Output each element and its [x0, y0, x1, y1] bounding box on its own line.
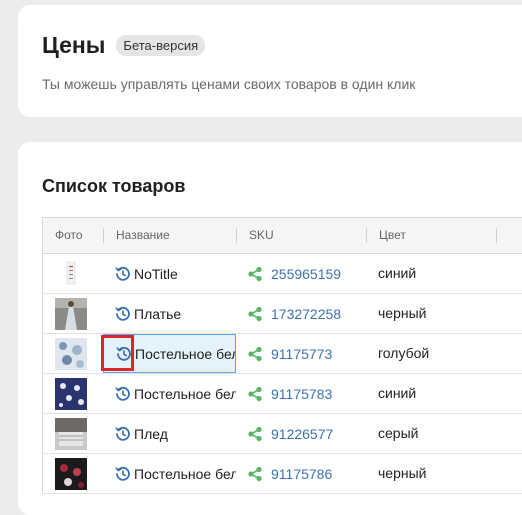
column-header-name[interactable]: Название [116, 218, 170, 253]
product-photo[interactable] [55, 298, 87, 330]
product-name-cell[interactable]: Постельное белье [103, 374, 236, 413]
share-icon[interactable] [247, 426, 263, 442]
column-separator [496, 228, 497, 243]
sku-link[interactable]: 91226577 [271, 426, 333, 442]
share-icon[interactable] [247, 306, 263, 322]
column-separator [236, 228, 237, 243]
column-separator [366, 228, 367, 243]
share-icon[interactable] [247, 346, 263, 362]
column-header-photo[interactable]: Фото [55, 218, 83, 253]
column-separator [103, 228, 104, 243]
column-header-sku[interactable]: SKU [249, 218, 274, 253]
table-header: Фото Название SKU Цвет [43, 218, 522, 254]
product-color: голубой [378, 345, 430, 361]
product-name: Постельное белье [134, 465, 236, 482]
table-row[interactable]: Постельное белье 91175786 черный [43, 454, 522, 494]
product-name: NoTitle [134, 265, 178, 282]
sku-cell: 91175773 [247, 334, 332, 373]
product-photo[interactable] [55, 378, 87, 410]
table-row[interactable]: NoTitle 255965159 синий [43, 254, 522, 294]
product-photo[interactable] [55, 338, 87, 370]
history-icon[interactable] [115, 386, 131, 402]
sku-link[interactable]: 173272258 [271, 306, 341, 322]
share-icon[interactable] [247, 466, 263, 482]
product-name-cell[interactable]: Постельное белье [103, 454, 236, 493]
products-card: Список товаров Фото Название SKU Цвет No… [18, 142, 522, 515]
sku-cell: 255965159 [247, 254, 341, 293]
product-photo[interactable] [55, 458, 87, 490]
product-name-cell[interactable]: NoTitle [103, 254, 236, 293]
sku-cell: 91175786 [247, 454, 332, 493]
table-row[interactable]: Плед 91226577 серый [43, 414, 522, 454]
product-name-cell[interactable]: Плед [103, 414, 236, 453]
highlight-box [101, 335, 134, 371]
products-title: Список товаров [42, 176, 186, 196]
product-name: Платье [134, 305, 182, 322]
sku-link[interactable]: 91175773 [271, 346, 332, 362]
product-photo[interactable] [55, 418, 87, 450]
product-name-cell[interactable]: Платье [103, 294, 236, 333]
history-icon[interactable] [115, 426, 131, 442]
history-icon[interactable] [115, 306, 131, 322]
share-icon[interactable] [247, 266, 263, 282]
sku-cell: 91175783 [247, 374, 332, 413]
sku-cell: 91226577 [247, 414, 333, 453]
product-photo[interactable] [55, 258, 87, 290]
page-subtitle: Ты можешь управлять ценами своих товаров… [42, 76, 416, 92]
table-row[interactable]: Платье 173272258 черный [43, 294, 522, 334]
sku-link[interactable]: 255965159 [271, 266, 341, 282]
product-name: Постельное белье [134, 385, 236, 402]
history-icon[interactable] [115, 266, 131, 282]
page-title: Цены [42, 32, 106, 58]
product-color: серый [378, 425, 419, 441]
product-color: черный [378, 465, 427, 481]
share-icon[interactable] [247, 386, 263, 402]
product-name: Постельное белье [135, 345, 235, 362]
sku-cell: 173272258 [247, 294, 341, 333]
beta-badge: Бета-версия [116, 35, 206, 56]
column-header-color[interactable]: Цвет [379, 218, 406, 253]
sku-link[interactable]: 91175783 [271, 386, 332, 402]
history-icon[interactable] [115, 466, 131, 482]
title-row: Цены Бета-версия [42, 32, 206, 59]
product-color: черный [378, 305, 427, 321]
product-color: синий [378, 265, 417, 281]
product-name: Плед [134, 425, 168, 442]
product-color: синий [378, 385, 417, 401]
table-row[interactable]: Постельное белье 91175783 синий [43, 374, 522, 414]
sku-link[interactable]: 91175786 [271, 466, 332, 482]
header-card: Цены Бета-версия Ты можешь управлять цен… [18, 5, 522, 117]
